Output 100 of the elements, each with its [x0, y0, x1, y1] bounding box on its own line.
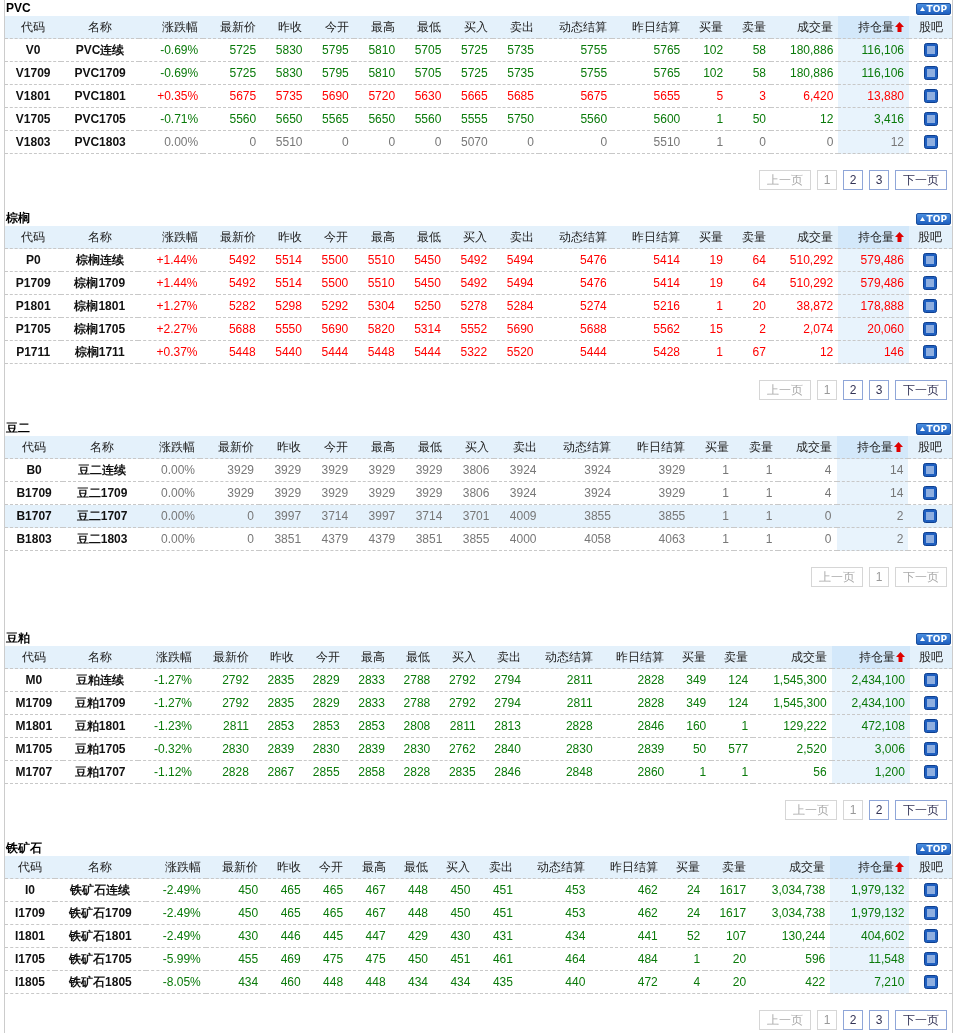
code-cell[interactable]: I1705	[5, 947, 55, 971]
list-icon[interactable]	[923, 929, 938, 944]
list-icon[interactable]	[923, 532, 938, 547]
column-header[interactable]: 卖出	[494, 436, 542, 459]
column-header[interactable]: 最高	[353, 16, 401, 39]
column-header[interactable]: 成交量	[777, 436, 837, 459]
list-icon[interactable]	[923, 463, 938, 478]
list-icon[interactable]	[923, 135, 938, 150]
column-header[interactable]: 名称	[63, 436, 142, 459]
code-cell[interactable]: V1709	[5, 61, 62, 85]
code-cell[interactable]: V1705	[5, 107, 62, 131]
code-cell[interactable]: I1805	[5, 970, 55, 994]
page-button[interactable]: 3	[869, 1010, 889, 1030]
code-cell[interactable]: M1801	[5, 714, 63, 738]
next-page-button[interactable]: 下一页	[895, 800, 947, 820]
column-header[interactable]: 昨日结算	[615, 436, 691, 459]
column-header[interactable]: 昨日结算	[597, 646, 670, 669]
list-icon[interactable]	[923, 66, 938, 81]
top-button[interactable]: TOP	[915, 213, 951, 225]
name-cell[interactable]: 豆二1709	[63, 481, 142, 505]
column-header[interactable]: 股吧	[909, 646, 952, 669]
column-header[interactable]: 卖量	[711, 646, 754, 669]
name-cell[interactable]: 棕榈1711	[61, 340, 139, 364]
column-header[interactable]: 涨跌幅	[138, 226, 203, 249]
column-header[interactable]: 卖量	[727, 226, 771, 249]
column-header[interactable]: 代码	[5, 856, 55, 879]
code-cell[interactable]: P1801	[5, 294, 62, 318]
code-cell[interactable]: M1705	[5, 737, 63, 761]
column-header[interactable]: 最新价	[202, 226, 261, 249]
code-cell[interactable]: I1709	[5, 901, 55, 925]
name-cell[interactable]: 铁矿石1801	[55, 924, 146, 948]
top-button[interactable]: TOP	[915, 423, 951, 435]
column-header[interactable]: 买入	[445, 226, 493, 249]
code-cell[interactable]: V1803	[5, 130, 62, 154]
column-header[interactable]: 代码	[5, 226, 62, 249]
column-header[interactable]: 成交量	[751, 856, 831, 879]
top-button[interactable]: TOP	[915, 3, 951, 15]
name-cell[interactable]: 棕榈连续	[61, 248, 139, 272]
name-cell[interactable]: 豆粕1705	[62, 737, 138, 761]
code-cell[interactable]: I0	[5, 878, 55, 902]
column-header[interactable]: 涨跌幅	[138, 16, 204, 39]
list-icon[interactable]	[923, 509, 938, 524]
list-icon[interactable]	[923, 975, 938, 990]
code-cell[interactable]: P1711	[5, 340, 62, 364]
code-cell[interactable]: B1803	[5, 527, 64, 551]
column-header[interactable]: 昨日结算	[590, 856, 663, 879]
list-icon[interactable]	[923, 952, 938, 967]
list-icon[interactable]	[923, 742, 938, 757]
list-icon[interactable]	[923, 883, 938, 898]
code-cell[interactable]: V0	[5, 38, 62, 62]
name-cell[interactable]: 豆粕1801	[62, 714, 138, 738]
name-cell[interactable]: 豆二1707	[63, 504, 142, 528]
column-header[interactable]: 最新价	[203, 16, 262, 39]
column-header[interactable]: 今开	[307, 16, 354, 39]
column-header[interactable]: 卖出	[492, 226, 539, 249]
column-header[interactable]: 卖量	[733, 436, 778, 459]
column-header[interactable]: 涨跌幅	[137, 646, 198, 669]
column-header[interactable]: 动态结算	[538, 226, 612, 249]
column-header[interactable]: 买量	[685, 16, 729, 39]
column-header[interactable]: 昨日结算	[612, 16, 686, 39]
column-header[interactable]: 代码	[5, 436, 64, 459]
list-icon[interactable]	[923, 322, 938, 337]
column-header[interactable]: 最高	[353, 436, 401, 459]
column-header[interactable]: 动态结算	[517, 856, 591, 879]
list-icon[interactable]	[923, 673, 938, 688]
next-page-button[interactable]: 下一页	[895, 380, 947, 400]
page-button[interactable]: 3	[869, 170, 889, 190]
list-icon[interactable]	[923, 89, 938, 104]
name-cell[interactable]: 棕榈1709	[61, 271, 139, 295]
column-header[interactable]: 昨收	[260, 226, 307, 249]
column-header[interactable]: 最新价	[197, 646, 254, 669]
column-header[interactable]: 买入	[447, 436, 495, 459]
code-cell[interactable]: V1801	[5, 84, 62, 108]
code-cell[interactable]: M1707	[5, 760, 63, 784]
column-header[interactable]: 成交量	[770, 226, 839, 249]
next-page-button[interactable]: 下一页	[895, 170, 947, 190]
column-header[interactable]: 持仓量	[838, 16, 909, 39]
code-cell[interactable]: P1705	[5, 317, 62, 341]
column-header[interactable]: 最低	[400, 16, 447, 39]
column-header[interactable]: 买入	[435, 646, 481, 669]
name-cell[interactable]: 豆二1803	[63, 527, 142, 551]
column-header[interactable]: 股吧	[909, 16, 952, 39]
code-cell[interactable]: B1709	[5, 481, 64, 505]
column-header[interactable]: 涨跌幅	[145, 856, 206, 879]
list-icon[interactable]	[923, 253, 938, 268]
column-header[interactable]: 昨日结算	[611, 226, 685, 249]
column-header[interactable]: 最高	[353, 226, 400, 249]
column-header[interactable]: 昨收	[263, 856, 306, 879]
column-header[interactable]: 最低	[390, 856, 433, 879]
code-cell[interactable]: P0	[5, 248, 62, 272]
page-button[interactable]: 2	[843, 170, 863, 190]
column-header[interactable]: 买量	[690, 436, 734, 459]
column-header[interactable]: 名称	[55, 856, 146, 879]
list-icon[interactable]	[923, 486, 938, 501]
column-header[interactable]: 最新价	[205, 856, 264, 879]
name-cell[interactable]: 豆二连续	[63, 458, 142, 482]
column-header[interactable]: 卖量	[705, 856, 752, 879]
list-icon[interactable]	[923, 719, 938, 734]
name-cell[interactable]: PVC连续	[61, 38, 139, 62]
list-icon[interactable]	[923, 345, 938, 360]
